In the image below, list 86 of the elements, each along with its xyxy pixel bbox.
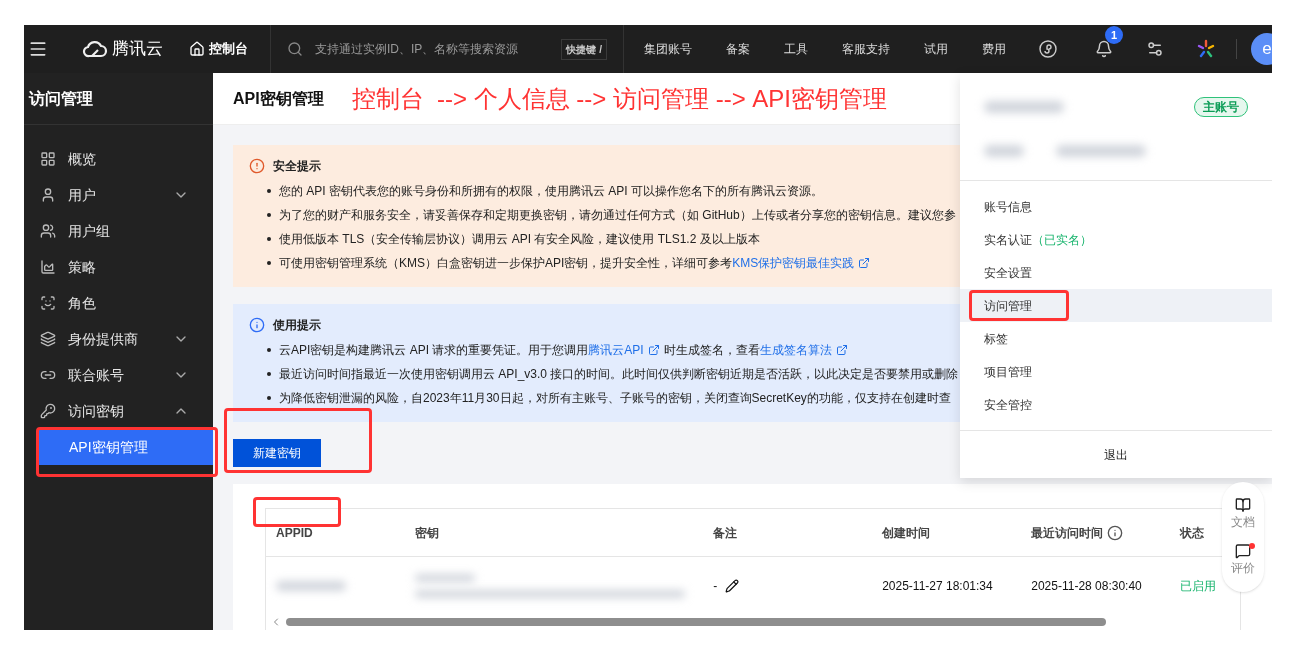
- redacted-blur: [276, 580, 346, 591]
- sidebar-item[interactable]: 访问密钥: [24, 393, 213, 429]
- menu-item[interactable]: 安全管控: [960, 388, 1272, 421]
- nav-link[interactable]: 工具: [784, 40, 808, 58]
- external-link-icon: [858, 257, 871, 269]
- sidebar-item[interactable]: API密钥管理: [37, 429, 213, 465]
- menu-item[interactable]: 访问管理: [960, 289, 1272, 322]
- nav-link[interactable]: 客服支持: [842, 40, 890, 58]
- table-cell-text: -: [713, 577, 718, 595]
- alert-text: 使用低版本 TLS（安全传输层协议）调用云 API 有安全风险，建议使用 TLS1.2 及以上版本: [279, 231, 760, 248]
- shortcut-key: 快捷键 /: [561, 38, 607, 60]
- book-icon: [1235, 497, 1251, 513]
- column-header: 状态: [1180, 524, 1205, 542]
- widget-button[interactable]: 评价: [1231, 543, 1255, 577]
- external-link-icon: [647, 344, 660, 356]
- console-link[interactable]: 控制台: [189, 39, 248, 59]
- help-link[interactable]: KMS保护密钥最佳实践: [732, 254, 855, 272]
- sidebar-item[interactable]: 身份提供商: [24, 321, 213, 357]
- menu-icon[interactable]: [28, 39, 48, 59]
- help-link[interactable]: 腾讯云API: [588, 341, 644, 359]
- users-icon: [40, 223, 56, 239]
- sidebar-item[interactable]: 用户组: [24, 213, 213, 249]
- user-icon: [40, 187, 56, 203]
- column-header: 备注: [713, 524, 738, 542]
- scan-icon: [40, 295, 56, 311]
- brand-name: 腾讯云: [112, 38, 163, 61]
- notification-badge: 1: [1105, 26, 1123, 44]
- info-icon: [1107, 524, 1124, 541]
- search-field[interactable]: 支持通过实例ID、IP、名称等搜索资源: [315, 40, 550, 58]
- bell-icon[interactable]: [1095, 40, 1113, 58]
- menu-item[interactable]: 项目管理: [960, 355, 1272, 388]
- comment-icon: [1235, 543, 1251, 559]
- menu-item[interactable]: 账号信息: [960, 190, 1272, 223]
- sidebar-item[interactable]: 联合账号: [24, 357, 213, 393]
- status-text: 已启用: [1180, 578, 1217, 593]
- column-header: 密钥: [415, 524, 440, 542]
- nav-link[interactable]: 备案: [726, 40, 750, 58]
- colorful-star-icon[interactable]: [1196, 39, 1216, 59]
- create-key-button[interactable]: 新建密钥: [233, 439, 321, 467]
- cloud-logo-icon: [82, 40, 108, 58]
- layers-icon: [40, 331, 56, 347]
- annotation-text: 控制台 --> 个人信息 --> 访问管理 --> API密钥管理: [351, 83, 888, 114]
- table-cell: 2025-11-28 08:30:40: [1031, 578, 1142, 593]
- external-link-icon: [835, 344, 848, 356]
- alert-title: 安全提示: [273, 158, 321, 175]
- key-icon: [40, 403, 56, 419]
- alert-title: 使用提示: [273, 317, 321, 334]
- nav-link[interactable]: 集团账号: [644, 40, 692, 58]
- logout-button[interactable]: 退出: [1104, 445, 1128, 464]
- sidebar-item[interactable]: 角色: [24, 285, 213, 321]
- search-icon: [287, 41, 303, 57]
- alert-text: 时生成签名，查看: [663, 342, 760, 359]
- alert-text: 您的 API 密钥代表您的账号身份和所拥有的权限，使用腾讯云 API 可以操作您名下的所有腾讯云资源。: [279, 183, 824, 200]
- nav-link[interactable]: 费用: [982, 40, 1006, 58]
- main-account-badge: 主账号: [1194, 97, 1248, 117]
- menu-item[interactable]: 安全设置: [960, 256, 1272, 289]
- column-header: 创建时间: [882, 524, 931, 542]
- alert-text: 为降低密钥泄漏的风险，自2023年11月30日起，对所有主账号、子账号的密钥，关闭查询SecretKey的功能，仅支持在创建时查: [279, 390, 951, 407]
- alert-icon: [249, 158, 265, 174]
- help-link[interactable]: 生成签名算法: [759, 341, 832, 359]
- chart-icon: [40, 259, 56, 275]
- alert-text: 为了您的财产和服务安全，请妥善保存和定期更换密钥，请勿通过任何方式（如 GitHub）上传或者分享您的密钥信息。建议您参: [279, 207, 956, 224]
- edit-icon[interactable]: [725, 578, 740, 593]
- redacted-blur: [415, 573, 476, 582]
- menu-item[interactable]: 标签: [960, 322, 1272, 355]
- page-title: API密钥管理: [233, 88, 324, 109]
- sidebar-item[interactable]: 用户: [24, 177, 213, 213]
- grid-icon: [40, 151, 56, 167]
- sidebar-item[interactable]: 概览: [24, 141, 213, 177]
- alert-text: 云API密钥是构建腾讯云 API 请求的重要凭证。用于您调用: [279, 342, 589, 359]
- menu-item[interactable]: 实名认证（已实名）: [960, 223, 1272, 256]
- redacted-blur: [984, 145, 1024, 157]
- alert-text: 最近访问时间指最近一次使用密钥调用云 API_v3.0 接口的时间。此时间仅供判断密钥近期是否活跃，以此决定是否要禁用或删除: [279, 366, 959, 383]
- info-icon: [249, 317, 265, 333]
- table-cell: 2025-11-27 18:01:34: [882, 578, 993, 593]
- verified-note: （已实名）: [1032, 231, 1092, 249]
- column-header: 最近访问时间: [1031, 524, 1104, 542]
- scrollbar-thumb[interactable]: [286, 618, 1106, 626]
- home-icon: [189, 41, 205, 57]
- alert-text: 可使用密钥管理系统（KMS）白盒密钥进一步保护API密钥，提升安全性，详细可参考: [279, 255, 733, 272]
- nav-link[interactable]: 试用: [924, 40, 948, 58]
- column-header: APPID: [276, 524, 313, 542]
- panel-settings-icon[interactable]: [1146, 40, 1164, 58]
- mini-program-icon[interactable]: [1039, 40, 1057, 58]
- sidebar-item[interactable]: 策略: [24, 249, 213, 285]
- widget-button[interactable]: 文档: [1231, 497, 1255, 531]
